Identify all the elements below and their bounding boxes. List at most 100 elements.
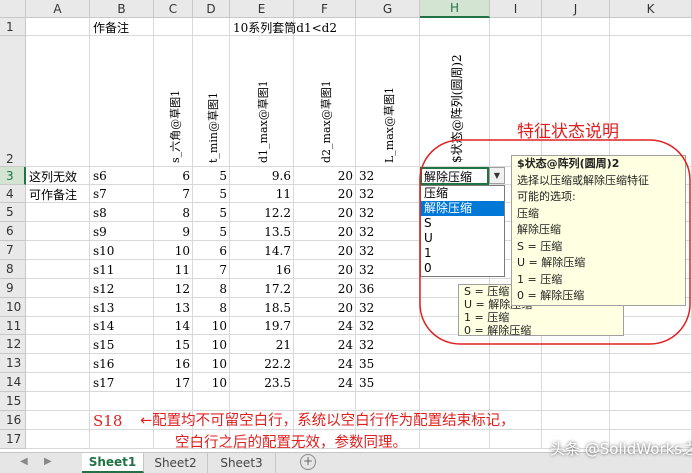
header-d2: t_min@草图1 [206, 92, 220, 163]
cell-k1[interactable] [610, 18, 692, 36]
table-cell-c: 6 [182, 169, 190, 183]
row-header-2[interactable]: 2 [0, 36, 26, 167]
row-header-5[interactable]: 5 [0, 203, 26, 222]
cell-a15[interactable] [26, 392, 90, 411]
column-header-a[interactable]: A [26, 0, 90, 18]
row-header-9[interactable]: 9 [0, 279, 26, 298]
cell-a5[interactable] [26, 203, 90, 222]
table-cell-e: 9.6 [271, 169, 291, 183]
cell-b2[interactable] [90, 36, 154, 167]
cell-h14[interactable] [420, 373, 490, 392]
column-header-f[interactable]: F [294, 0, 356, 18]
cell-a8[interactable] [26, 260, 90, 279]
row-header-16[interactable]: 16 [0, 411, 26, 430]
cell-k16[interactable] [610, 411, 692, 430]
cell-h13[interactable] [420, 354, 490, 373]
table-cell-f: 24 [337, 319, 353, 333]
table-cell-e: 12.2 [264, 205, 291, 220]
column-header-e[interactable]: E [230, 0, 294, 18]
tab-scroll-left-icon[interactable]: ◀ [20, 456, 28, 467]
table-cell-d: 5 [219, 187, 227, 201]
cell-h1[interactable] [420, 18, 490, 36]
header-f2: d2_max@草图1 [320, 80, 333, 163]
table-cell-f: 24 [337, 375, 353, 390]
row-header-11[interactable]: 11 [0, 317, 26, 335]
table-cell-e: 23.5 [264, 375, 291, 390]
cell-a13[interactable] [26, 354, 90, 373]
cell-a10[interactable] [26, 298, 90, 317]
column-header-b[interactable]: B [90, 0, 154, 18]
tab-sheet2[interactable]: Sheet2 [144, 453, 208, 473]
row-header-10[interactable]: 10 [0, 298, 26, 317]
table-cell-e: 19.7 [264, 319, 291, 333]
table-cell-b: s10 [93, 243, 115, 258]
column-header-i[interactable]: I [490, 0, 542, 18]
cell-b17[interactable] [90, 430, 154, 449]
table-cell-g: 32 [359, 187, 375, 201]
row-header-12[interactable]: 12 [0, 335, 26, 354]
row-header-6[interactable]: 6 [0, 222, 26, 241]
row-header-1[interactable]: 1 [0, 18, 26, 36]
cell-h17[interactable] [420, 430, 490, 449]
table-cell-c: 11 [174, 262, 190, 277]
cell-a16[interactable] [26, 411, 90, 430]
table-cell-f: 24 [337, 356, 353, 371]
cell-a2[interactable] [26, 36, 90, 167]
table-cell-f: 20 [337, 243, 353, 258]
cell-j14[interactable] [542, 373, 610, 392]
cell-k14[interactable] [610, 373, 692, 392]
cell-a7[interactable] [26, 241, 90, 260]
table-cell-e: 21 [275, 337, 291, 352]
column-header-h[interactable]: H [420, 0, 490, 18]
column-header-c[interactable]: C [154, 0, 193, 18]
table-cell-d: 10 [211, 337, 227, 352]
tab-sheet3[interactable]: Sheet3 [208, 453, 276, 473]
cell-j16[interactable] [542, 411, 610, 430]
row-header-7[interactable]: 7 [0, 241, 26, 260]
cell-a11[interactable] [26, 317, 90, 335]
cell-k15[interactable] [610, 392, 692, 411]
column-header-d[interactable]: D [193, 0, 230, 18]
cell-i1[interactable] [490, 18, 542, 36]
column-header-j[interactable]: J [542, 0, 610, 18]
table-cell-d: 5 [219, 224, 227, 239]
cell-a1[interactable] [26, 18, 90, 36]
cell-j13[interactable] [542, 354, 610, 373]
row-header-4[interactable]: 4 [0, 185, 26, 203]
tab-sheet1[interactable]: Sheet1 [82, 453, 144, 473]
table-cell-g: 35 [359, 375, 375, 390]
cell-a14[interactable] [26, 373, 90, 392]
row-header-17[interactable]: 17 [0, 430, 26, 449]
watermark: 头条 @SolidWorks之道 [550, 440, 692, 458]
row-header-15[interactable]: 15 [0, 392, 26, 411]
table-cell-b: s11 [93, 262, 115, 277]
column-header-k[interactable]: K [610, 0, 692, 18]
cell-i17[interactable] [490, 430, 542, 449]
table-cell-b: s7 [93, 187, 107, 201]
table-cell-c: 16 [174, 356, 190, 371]
cell-k13[interactable] [610, 354, 692, 373]
header-g2: L_max@草图1 [383, 87, 396, 163]
cell-c1[interactable] [154, 18, 193, 36]
cell-a12[interactable] [26, 335, 90, 354]
cell-a17[interactable] [26, 430, 90, 449]
cell-i14[interactable] [490, 373, 542, 392]
select-all-corner[interactable] [0, 0, 26, 18]
row-header-8[interactable]: 8 [0, 260, 26, 279]
s18-label: S18 [93, 412, 123, 430]
cell-i13[interactable] [490, 354, 542, 373]
table-cell-g: 36 [359, 281, 375, 296]
column-header-g[interactable]: G [356, 0, 420, 18]
row-header-3[interactable]: 3 [0, 167, 26, 185]
cell-a9[interactable] [26, 279, 90, 298]
table-cell-f: 20 [337, 281, 353, 296]
tab-scroll-right-icon[interactable]: ▶ [44, 456, 52, 467]
cell-d1[interactable] [193, 18, 230, 36]
cell-j1[interactable] [542, 18, 610, 36]
note-line-2: 空白行之后的配置无效，参数同理。 [175, 435, 407, 451]
cell-a6[interactable] [26, 222, 90, 241]
cell-j15[interactable] [542, 392, 610, 411]
add-sheet-icon[interactable]: + [300, 454, 316, 470]
row-header-13[interactable]: 13 [0, 354, 26, 373]
row-header-14[interactable]: 14 [0, 373, 26, 392]
